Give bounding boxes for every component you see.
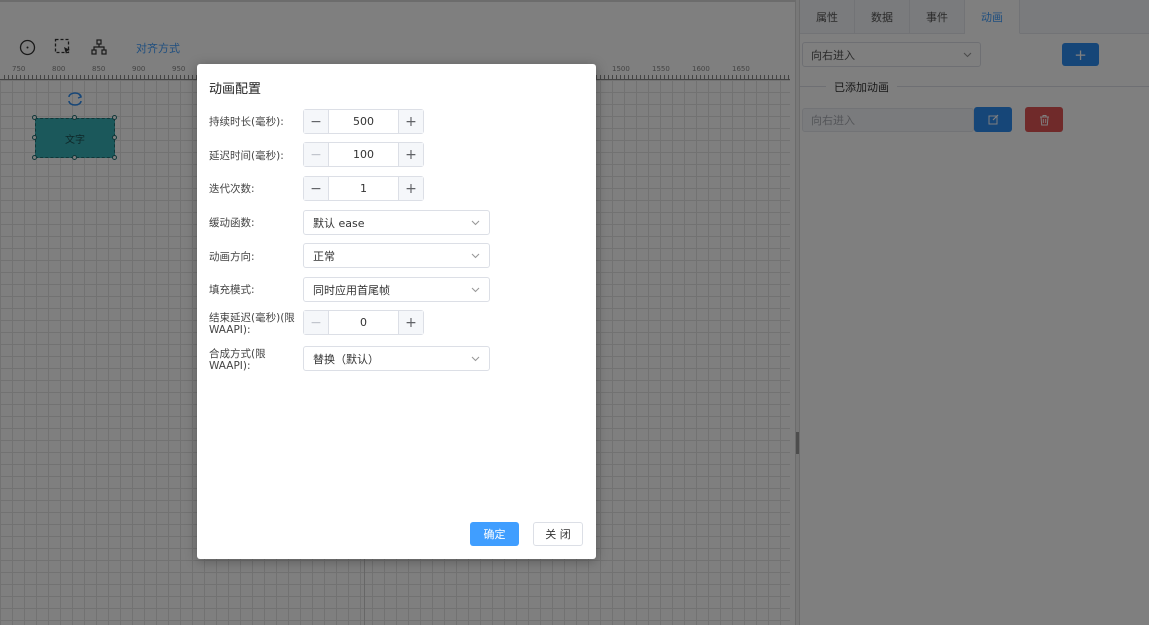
increase-button[interactable]: +	[398, 177, 423, 200]
delay-stepper: − 100 +	[303, 142, 424, 167]
chevron-down-icon	[471, 287, 480, 292]
decrease-button[interactable]: −	[304, 177, 329, 200]
delay-input[interactable]: 100	[329, 143, 398, 166]
duration-input[interactable]: 500	[329, 110, 398, 133]
chevron-down-icon	[471, 220, 480, 225]
composite-value: 替换（默认）	[313, 352, 379, 366]
chevron-down-icon	[471, 356, 480, 361]
increase-button[interactable]: +	[398, 311, 423, 334]
increase-button[interactable]: +	[398, 143, 423, 166]
iterations-stepper: − 1 +	[303, 176, 424, 201]
end-delay-stepper: − 0 +	[303, 310, 424, 335]
fill-mode-label: 填充模式:	[209, 284, 255, 296]
direction-value: 正常	[313, 249, 335, 263]
easing-select[interactable]: 默认 ease	[303, 210, 490, 235]
dialog-title: 动画配置	[209, 82, 262, 97]
iterations-label: 迭代次数:	[209, 183, 255, 195]
increase-button[interactable]: +	[398, 110, 423, 133]
direction-select[interactable]: 正常	[303, 243, 490, 268]
close-button[interactable]: 关 闭	[533, 522, 583, 546]
confirm-button[interactable]: 确定	[470, 522, 519, 546]
composite-select[interactable]: 替换（默认）	[303, 346, 490, 371]
delay-label: 延迟时间(毫秒):	[209, 150, 284, 162]
animation-config-dialog: 动画配置 持续时长(毫秒): − 500 + 延迟时间(毫秒): − 100 +…	[197, 64, 596, 559]
chevron-down-icon	[471, 253, 480, 258]
composite-label: 合成方式(限WAAPI):	[209, 348, 266, 372]
duration-stepper: − 500 +	[303, 109, 424, 134]
decrease-button[interactable]: −	[304, 311, 329, 334]
duration-label: 持续时长(毫秒):	[209, 116, 284, 128]
fill-mode-value: 同时应用首尾帧	[313, 283, 390, 297]
direction-label: 动画方向:	[209, 251, 255, 263]
easing-label: 缓动函数:	[209, 217, 255, 229]
fill-mode-select[interactable]: 同时应用首尾帧	[303, 277, 490, 302]
end-delay-label: 结束延迟(毫秒)(限WAAPI):	[209, 312, 295, 336]
easing-value: 默认 ease	[313, 216, 365, 230]
decrease-button[interactable]: −	[304, 110, 329, 133]
end-delay-input[interactable]: 0	[329, 311, 398, 334]
decrease-button[interactable]: −	[304, 143, 329, 166]
iterations-input[interactable]: 1	[329, 177, 398, 200]
